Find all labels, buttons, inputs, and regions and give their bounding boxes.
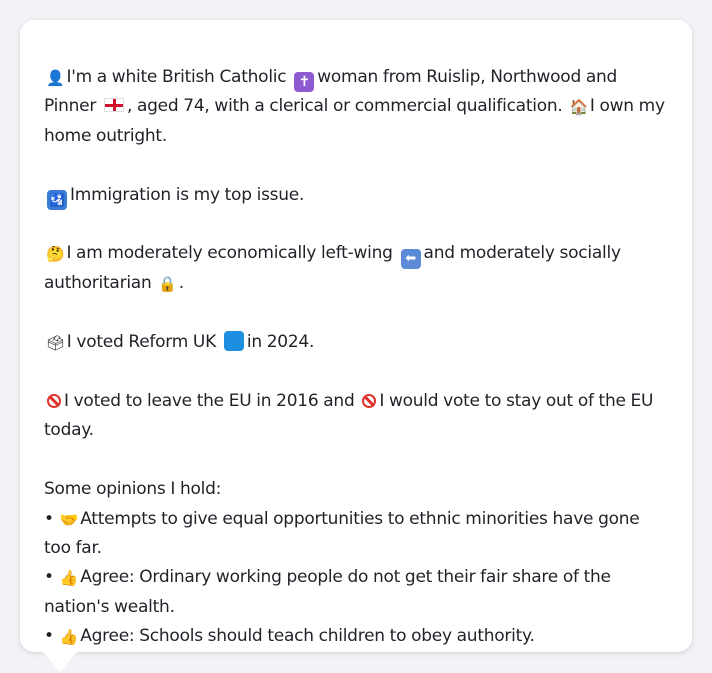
england-flag-icon: [103, 98, 124, 113]
bullet: •: [44, 626, 54, 647]
opinion-item: • 🤝 Attempts to give equal opportunities t…: [44, 505, 668, 564]
speech-bubble-tail: [42, 651, 78, 672]
opinion-item: • 👍 Agree: Schools should teach children t…: [44, 622, 668, 651]
opinion-text: Agree: Ordinary working people do not ge…: [44, 567, 611, 617]
blue-square-icon: [223, 331, 244, 352]
lock-icon: 🔒: [158, 275, 177, 294]
bullet: •: [44, 567, 54, 588]
top-issue-paragraph: 🛂 Immigration is my top issue.: [44, 181, 668, 210]
identity-text-c: , aged 74, with a clerical or commercial…: [126, 96, 563, 117]
top-issue-text: Immigration is my top issue.: [70, 184, 305, 205]
position-text-c: .: [178, 273, 184, 294]
left-arrow-icon: ⬅: [400, 249, 421, 270]
latin-cross-icon: ✝: [294, 72, 315, 92]
prohibited-icon: [47, 394, 61, 408]
thinking-face-icon: 🤔: [46, 245, 65, 264]
eu-vote-paragraph: I voted to leave the EU in 2016 and I wo…: [44, 387, 668, 446]
vote-text-a: I voted Reform UK: [66, 332, 216, 353]
opinion-item: • 👍 Agree: Ordinary working people do not …: [44, 563, 668, 622]
passport-control-icon: 🛂: [47, 189, 67, 210]
vote-2024-paragraph: 🗳 I voted Reform UK in 2024.: [44, 328, 668, 357]
opinion-text: Attempts to give equal opportunities to …: [44, 508, 640, 559]
bust-silhouette-icon: 👤: [46, 69, 65, 87]
ballot-box-icon: 🗳: [46, 334, 65, 353]
opinions-heading: Some opinions I hold:: [44, 479, 222, 500]
thumbs-up-icon: 👍: [59, 628, 79, 647]
house-icon: 🏠: [569, 98, 588, 117]
bullet: •: [44, 508, 54, 529]
position-text-a: I am moderately economically left-wing: [66, 243, 393, 264]
eu-text-a: I voted to leave the EU in 2016 and: [64, 391, 355, 411]
political-position-paragraph: 🤔 I am moderately economically left-wing …: [44, 239, 668, 298]
identity-text-a: I'm a white British Catholic: [66, 67, 287, 87]
vote-text-b: in 2024.: [246, 332, 315, 353]
handshake-icon: 🤝: [59, 510, 79, 529]
identity-paragraph: 👤 I'm a white British Catholic ✝ woman fro…: [44, 63, 668, 151]
opinion-text: Agree: Schools should teach children to …: [80, 626, 535, 647]
thumbs-up-icon: 👍: [59, 569, 79, 588]
prohibited-icon: [362, 394, 377, 408]
profile-card: 👤 I'm a white British Catholic ✝ woman fro…: [20, 20, 692, 652]
